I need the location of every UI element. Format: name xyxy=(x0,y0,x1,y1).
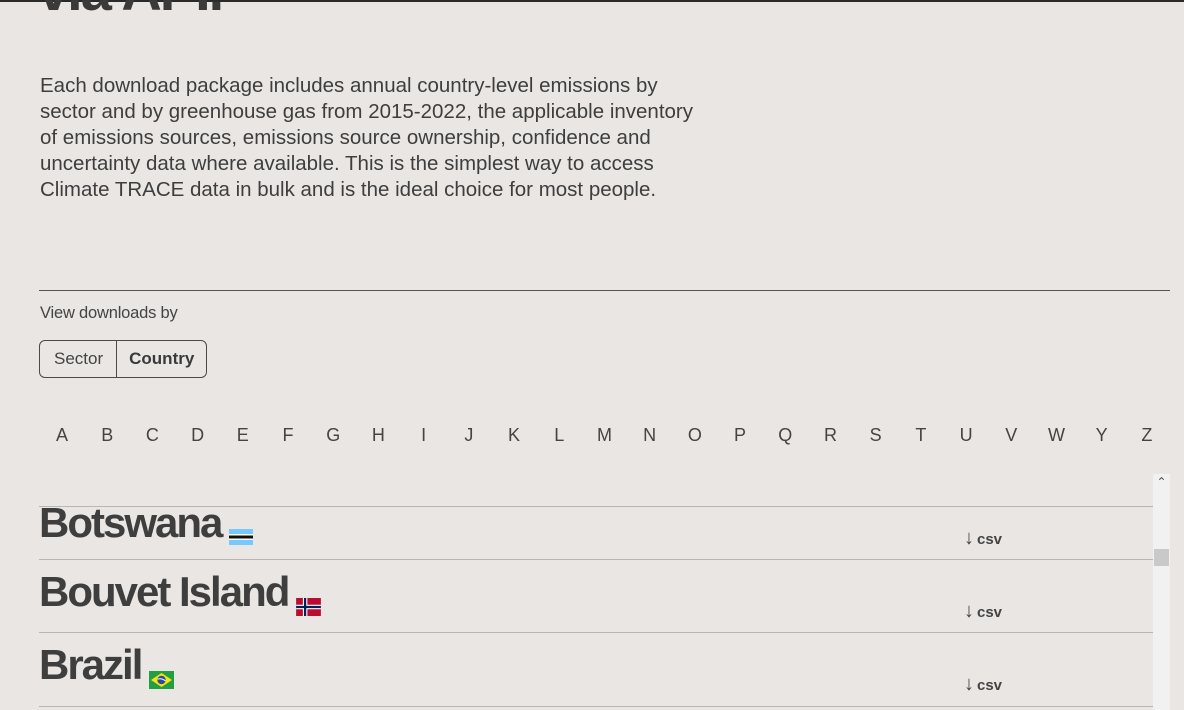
letter-w[interactable]: W xyxy=(1045,425,1067,447)
page-heading: via API. xyxy=(38,0,224,22)
letter-s[interactable]: S xyxy=(865,425,887,447)
country-list: Botswana ↓ csv Bouvet Island ↓ csv Brazi… xyxy=(39,474,1153,710)
letter-v[interactable]: V xyxy=(1000,425,1022,447)
botswana-flag-icon xyxy=(229,507,254,555)
country-name-wrap: Botswana xyxy=(39,499,254,555)
letter-k[interactable]: K xyxy=(503,425,525,447)
country-name: Bouvet Island xyxy=(39,568,290,615)
letter-h[interactable]: H xyxy=(367,425,389,447)
chevron-up-icon[interactable]: ⌃ xyxy=(1153,474,1170,491)
letter-b[interactable]: B xyxy=(96,425,118,447)
country-name-wrap: Bouvet Island xyxy=(39,568,322,626)
view-toggle: Sector Country xyxy=(39,340,208,378)
letter-n[interactable]: N xyxy=(639,425,661,447)
sector-toggle-button[interactable]: Sector xyxy=(40,341,116,377)
letter-i[interactable]: I xyxy=(413,425,435,447)
country-row: Bouvet Island ↓ csv xyxy=(39,559,1153,632)
letter-p[interactable]: P xyxy=(729,425,751,447)
download-arrow-icon: ↓ xyxy=(964,527,974,549)
letter-g[interactable]: G xyxy=(322,425,344,447)
scrollbar-thumb[interactable] xyxy=(1154,549,1169,566)
country-name: Botswana xyxy=(39,499,223,546)
view-downloads-label: View downloads by xyxy=(40,304,178,322)
country-row: Botswana ↓ csv xyxy=(39,499,1153,559)
csv-download-link[interactable]: ↓ csv xyxy=(964,673,1002,696)
letter-u[interactable]: U xyxy=(955,425,977,447)
letter-j[interactable]: J xyxy=(458,425,480,447)
letter-d[interactable]: D xyxy=(187,425,209,447)
section-divider xyxy=(39,290,1170,291)
alphabet-nav: A B C D E F G H I J K L M N O P Q R S T … xyxy=(39,425,1170,447)
letter-a[interactable]: A xyxy=(51,425,73,447)
csv-download-link[interactable]: ↓ csv xyxy=(964,600,1002,623)
norway-flag-icon xyxy=(296,578,322,626)
brazil-flag-icon xyxy=(149,651,175,699)
country-name-wrap: Brazil xyxy=(39,641,175,699)
country-row: Brazil ↓ csv xyxy=(39,632,1153,707)
letter-z[interactable]: Z xyxy=(1136,425,1158,447)
download-arrow-icon: ↓ xyxy=(964,600,974,622)
letter-q[interactable]: Q xyxy=(774,425,796,447)
letter-e[interactable]: E xyxy=(232,425,254,447)
letter-y[interactable]: Y xyxy=(1091,425,1113,447)
csv-download-link[interactable]: ↓ csv xyxy=(964,527,1002,550)
country-toggle-button[interactable]: Country xyxy=(116,341,206,377)
letter-c[interactable]: C xyxy=(141,425,163,447)
letter-r[interactable]: R xyxy=(819,425,841,447)
letter-m[interactable]: M xyxy=(593,425,615,447)
country-name: Brazil xyxy=(39,641,143,688)
letter-f[interactable]: F xyxy=(277,425,299,447)
download-arrow-icon: ↓ xyxy=(964,673,974,695)
intro-paragraph: Each download package includes annual co… xyxy=(40,74,694,201)
letter-o[interactable]: O xyxy=(684,425,706,447)
letter-t[interactable]: T xyxy=(910,425,932,447)
letter-l[interactable]: L xyxy=(548,425,570,447)
list-scrollbar[interactable]: ⌃ xyxy=(1153,474,1170,710)
